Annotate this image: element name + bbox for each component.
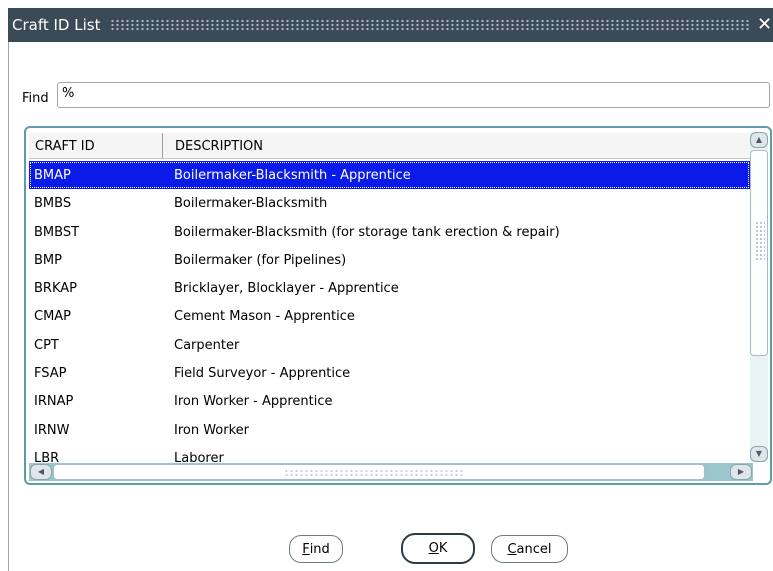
arrow-down-icon[interactable]: ▼ bbox=[750, 446, 768, 462]
craft-id-cell: LBR bbox=[34, 450, 60, 462]
find-label: Find bbox=[22, 91, 49, 106]
craft-id-cell: IRNAP bbox=[34, 394, 74, 410]
table-row[interactable]: BMAP Boilermaker-Blacksmith - Apprentice bbox=[29, 161, 750, 190]
description-cell: Cement Mason - Apprentice bbox=[174, 309, 355, 325]
description-cell: Iron Worker bbox=[174, 422, 250, 438]
craft-id-cell: IRNW bbox=[34, 422, 70, 438]
table-row[interactable]: IRNW Iron Worker bbox=[29, 416, 750, 444]
find-button-label: ind bbox=[309, 541, 330, 557]
arrow-up-icon[interactable]: ▲ bbox=[750, 132, 768, 148]
horizontal-scroll-thumb[interactable] bbox=[53, 464, 705, 480]
craft-id-cell: BMBS bbox=[34, 196, 72, 212]
window-border bbox=[8, 42, 9, 571]
table-row[interactable]: BMBST Boilermaker-Blacksmith (for storage… bbox=[29, 218, 750, 246]
craft-id-cell: BMAP bbox=[34, 168, 71, 183]
description-cell: Boilermaker (for Pipelines) bbox=[174, 252, 347, 268]
table-body: BMAP Boilermaker-Blacksmith - Apprentice B… bbox=[29, 161, 750, 462]
window-title: Craft ID List bbox=[12, 16, 101, 34]
title-bar-grip bbox=[110, 19, 749, 31]
description-cell: Boilermaker-Blacksmith (for storage tank… bbox=[174, 224, 560, 240]
table-row[interactable]: BMBS Boilermaker-Blacksmith bbox=[29, 189, 750, 217]
description-cell: Carpenter bbox=[174, 337, 240, 353]
title-bar[interactable]: Craft ID List ✕ bbox=[8, 8, 773, 42]
craft-id-list: CRAFT ID DESCRIPTION BMAP Boilermaker-Bla… bbox=[24, 126, 772, 485]
table-row[interactable]: LBR Laborer bbox=[29, 444, 750, 462]
column-header-description[interactable]: DESCRIPTION bbox=[175, 139, 263, 154]
description-cell: Field Surveyor - Apprentice bbox=[174, 366, 351, 382]
find-button-mnemonic: F bbox=[302, 541, 310, 557]
cancel-button[interactable]: Cancel bbox=[491, 535, 568, 563]
description-cell: Boilermaker-Blacksmith - Apprentice bbox=[174, 168, 411, 183]
table-row[interactable]: IRNAP Iron Worker - Apprentice bbox=[29, 387, 750, 415]
table-header: CRAFT ID DESCRIPTION bbox=[29, 133, 750, 159]
grip-icon bbox=[755, 221, 765, 261]
cancel-button-label: ancel bbox=[516, 541, 552, 557]
craft-id-cell: BRKAP bbox=[34, 281, 77, 297]
close-icon[interactable]: ✕ bbox=[757, 16, 772, 34]
description-cell: Bricklayer, Blocklayer - Apprentice bbox=[174, 281, 399, 297]
horizontal-scrollbar[interactable]: ◀ ▶ bbox=[29, 463, 753, 481]
ok-button-mnemonic: O bbox=[428, 541, 439, 556]
table-row[interactable]: CMAP Cement Mason - Apprentice bbox=[29, 302, 750, 330]
arrow-left-icon[interactable]: ◀ bbox=[30, 464, 52, 480]
craft-id-cell: CPT bbox=[34, 337, 59, 353]
vertical-scrollbar[interactable]: ▲ ▼ bbox=[750, 132, 768, 462]
ok-button[interactable]: OK bbox=[401, 533, 475, 564]
table-row[interactable]: BRKAP Bricklayer, Blocklayer - Apprentice bbox=[29, 274, 750, 302]
description-cell: Boilermaker-Blacksmith bbox=[174, 196, 328, 212]
cancel-button-mnemonic: C bbox=[507, 541, 517, 557]
description-cell: Laborer bbox=[174, 450, 224, 462]
table-row[interactable]: CPT Carpenter bbox=[29, 331, 750, 359]
ok-button-label: K bbox=[438, 541, 448, 556]
column-header-craft-id[interactable]: CRAFT ID bbox=[35, 139, 95, 154]
table-row[interactable]: FSAP Field Surveyor - Apprentice bbox=[29, 359, 750, 387]
find-input[interactable]: % bbox=[57, 82, 770, 108]
grip-icon bbox=[284, 469, 464, 477]
column-divider[interactable] bbox=[162, 133, 163, 158]
arrow-right-icon[interactable]: ▶ bbox=[730, 464, 752, 480]
craft-id-cell: BMP bbox=[34, 252, 62, 268]
description-cell: Iron Worker - Apprentice bbox=[174, 394, 333, 410]
craft-id-cell: CMAP bbox=[34, 309, 72, 325]
vertical-scroll-thumb[interactable] bbox=[750, 150, 768, 356]
craft-id-cell: FSAP bbox=[34, 366, 67, 382]
table-row[interactable]: BMP Boilermaker (for Pipelines) bbox=[29, 246, 750, 274]
craft-id-cell: BMBST bbox=[34, 224, 80, 240]
find-button[interactable]: Find bbox=[289, 535, 343, 563]
